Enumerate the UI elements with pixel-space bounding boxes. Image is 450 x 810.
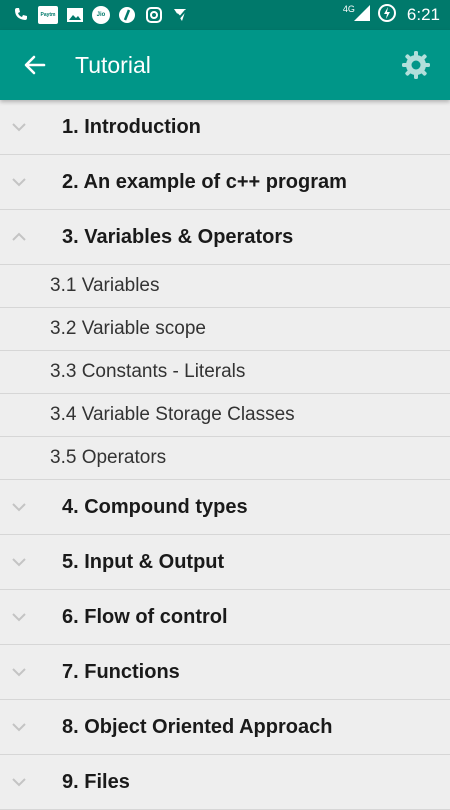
call-forward-icon [11, 5, 31, 25]
check-icon [171, 5, 191, 25]
network-type: 4G [342, 4, 355, 14]
section-item[interactable]: 8. Object Oriented Approach [0, 700, 450, 755]
section-item[interactable]: 5. Input & Output [0, 535, 450, 590]
section-label: 4. Compound types [62, 495, 248, 518]
section-item[interactable]: 7. Functions [0, 645, 450, 700]
subsection-label: 3.1 Variables [50, 275, 160, 296]
chevron-down-icon [9, 717, 29, 737]
section-label: 8. Object Oriented Approach [62, 715, 333, 738]
image-icon [65, 5, 85, 25]
chevron-down-icon [9, 172, 29, 192]
jio-text: Jio [96, 12, 106, 18]
battery-charging-icon [377, 3, 397, 28]
section-item[interactable]: 2. An example of c++ program [0, 155, 450, 210]
section-label: 7. Functions [62, 660, 180, 683]
page-title: Tutorial [75, 51, 151, 78]
chevron-down-icon [9, 117, 29, 137]
section-label: 2. An example of c++ program [62, 170, 347, 193]
subsection-label: 3.3 Constants - Literals [50, 361, 246, 382]
status-bar: Paytm Jio 4G 6:21 [0, 0, 450, 30]
section-label: 5. Input & Output [62, 550, 225, 573]
jio-icon: Jio [92, 6, 110, 24]
chevron-down-icon [9, 662, 29, 682]
section-item[interactable]: 1. Introduction [0, 100, 450, 155]
chevron-down-icon [9, 552, 29, 572]
section-item[interactable]: 4. Compound types [0, 480, 450, 535]
section-label: 6. Flow of control [62, 605, 228, 628]
chevron-down-icon [9, 772, 29, 792]
settings-button[interactable] [396, 45, 436, 85]
app-bar: Tutorial [0, 30, 450, 100]
section-label: 3. Variables & Operators [62, 225, 294, 248]
subsection-item[interactable]: 3.1 Variables [0, 265, 450, 308]
subsection-label: 3.2 Variable scope [50, 318, 206, 339]
arrow-left-icon [24, 55, 46, 75]
app-icon [117, 5, 137, 25]
signal-icon [353, 4, 371, 27]
section-item-expanded[interactable]: 3. Variables & Operators [0, 210, 450, 265]
subsection-item[interactable]: 3.3 Constants - Literals [0, 351, 450, 394]
subsection-item[interactable]: 3.2 Variable scope [0, 308, 450, 351]
chevron-down-icon [9, 607, 29, 627]
gear-icon [402, 51, 430, 79]
section-item[interactable]: 9. Files [0, 755, 450, 810]
subsection-item[interactable]: 3.4 Variable Storage Classes [0, 394, 450, 437]
back-button[interactable] [15, 45, 55, 85]
paytm-text: Paytm [40, 12, 56, 18]
chevron-down-icon [9, 497, 29, 517]
tutorial-list: 1. Introduction 2. An example of c++ pro… [0, 100, 450, 810]
paytm-icon: Paytm [38, 6, 58, 24]
section-label: 1. Introduction [62, 115, 201, 138]
section-label: 9. Files [62, 770, 130, 793]
instagram-icon [144, 5, 164, 25]
subsection-label: 3.5 Operators [50, 447, 167, 468]
section-item[interactable]: 6. Flow of control [0, 590, 450, 645]
clock: 6:21 [406, 5, 440, 24]
subsection-label: 3.4 Variable Storage Classes [50, 404, 295, 425]
chevron-up-icon [9, 227, 29, 247]
subsection-item[interactable]: 3.5 Operators [0, 437, 450, 480]
